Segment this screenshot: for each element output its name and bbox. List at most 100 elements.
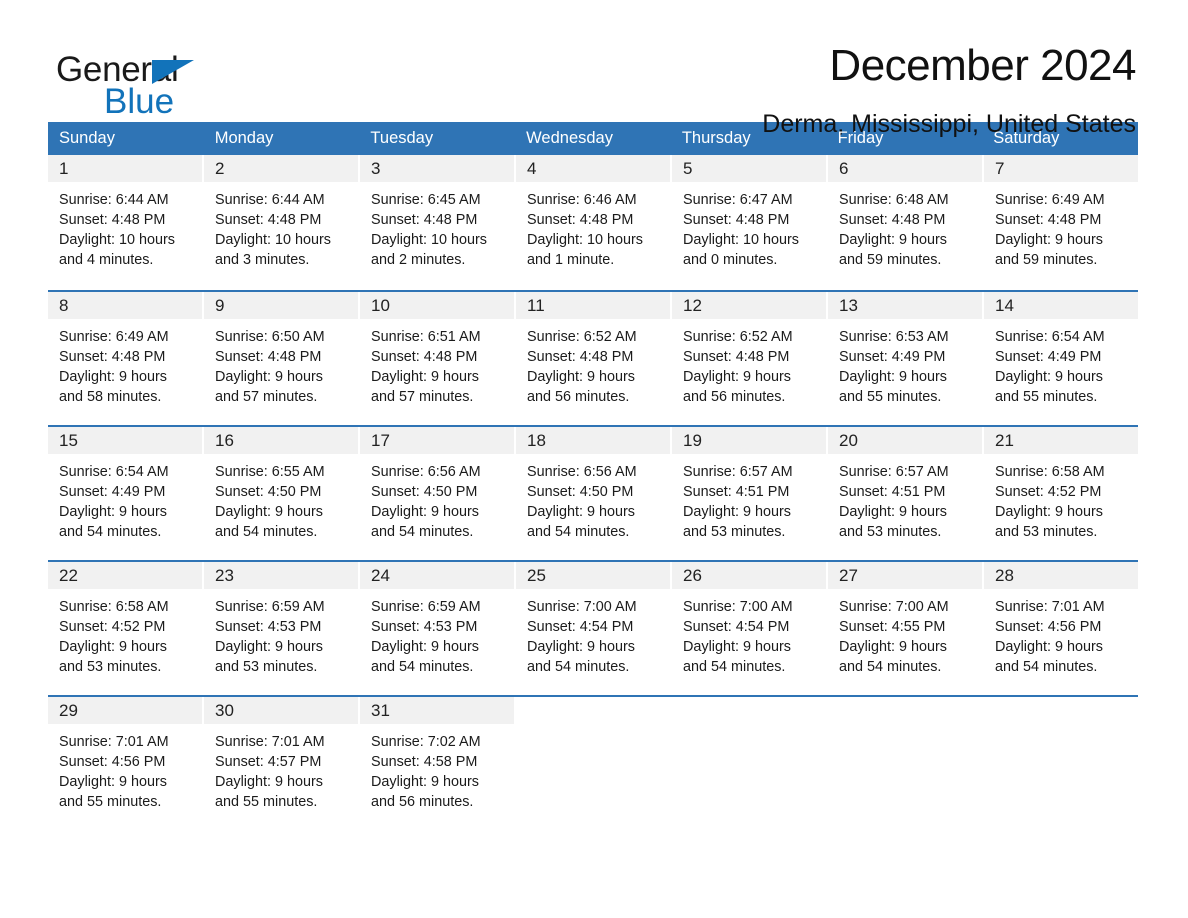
sunrise-text: Sunrise: 6:50 AM (215, 329, 325, 345)
calendar-day-cell[interactable]: 11 Sunrise: 6:52 AM Sunset: 4:48 PM Dayligh… (516, 292, 670, 413)
calendar-day-cell[interactable]: 23 Sunrise: 6:59 AM Sunset: 4:53 PM Dayligh… (204, 562, 358, 683)
daylight-text-line2: and 54 minutes. (371, 524, 474, 540)
calendar-day-cell[interactable]: 2 Sunrise: 6:44 AM Sunset: 4:48 PM Daylight… (204, 155, 358, 278)
daylight-text-line2: and 54 minutes. (527, 659, 630, 675)
sunrise-text: Sunrise: 6:44 AM (215, 192, 325, 208)
daylight-text-line1: Daylight: 9 hours (995, 369, 1103, 385)
calendar-day-cell[interactable]: 31 Sunrise: 7:02 AM Sunset: 4:58 PM Dayligh… (360, 697, 514, 818)
calendar-day-cell[interactable]: 8 Sunrise: 6:49 AM Sunset: 4:48 PM Daylight… (48, 292, 202, 413)
calendar-day-cell[interactable]: 5 Sunrise: 6:47 AM Sunset: 4:48 PM Daylight… (672, 155, 826, 278)
calendar-day-cell[interactable]: 4 Sunrise: 6:46 AM Sunset: 4:48 PM Daylight… (516, 155, 670, 278)
daylight-text-line2: and 55 minutes. (995, 389, 1098, 405)
sunrise-text: Sunrise: 7:01 AM (215, 734, 325, 750)
calendar-day-cell[interactable]: 26 Sunrise: 7:00 AM Sunset: 4:54 PM Dayligh… (672, 562, 826, 683)
daylight-text-line1: Daylight: 9 hours (59, 639, 167, 655)
day-number: 13 (839, 296, 858, 315)
calendar-day-cell[interactable]: 28 Sunrise: 7:01 AM Sunset: 4:56 PM Dayligh… (984, 562, 1138, 683)
calendar-day-cell[interactable]: 18 Sunrise: 6:56 AM Sunset: 4:50 PM Dayligh… (516, 427, 670, 548)
calendar-week-row: 22 Sunrise: 6:58 AM Sunset: 4:52 PM Dayligh… (48, 560, 1138, 683)
daylight-text-line2: and 55 minutes. (59, 794, 162, 810)
calendar-day-cell[interactable]: 27 Sunrise: 7:00 AM Sunset: 4:55 PM Dayligh… (828, 562, 982, 683)
calendar-week-row: 29 Sunrise: 7:01 AM Sunset: 4:56 PM Dayligh… (48, 695, 1138, 818)
day-number-band: 22 (48, 562, 202, 589)
dow-tuesday: Tuesday (370, 129, 434, 147)
day-details: Sunrise: 6:59 AM Sunset: 4:53 PM Daylight:… (360, 589, 514, 677)
day-number-band: 8 (48, 292, 202, 319)
calendar-day-cell[interactable]: 30 Sunrise: 7:01 AM Sunset: 4:57 PM Dayligh… (204, 697, 358, 818)
daylight-text-line2: and 54 minutes. (683, 659, 786, 675)
calendar-day-cell[interactable]: 13 Sunrise: 6:53 AM Sunset: 4:49 PM Dayligh… (828, 292, 982, 413)
daylight-text-line2: and 1 minute. (527, 252, 615, 268)
day-number: 7 (995, 159, 1005, 178)
day-number: 18 (527, 431, 546, 450)
calendar-weeks: 1 Sunrise: 6:44 AM Sunset: 4:48 PM Daylight… (48, 155, 1138, 818)
calendar-day-cell[interactable]: 10 Sunrise: 6:51 AM Sunset: 4:48 PM Dayligh… (360, 292, 514, 413)
calendar-week-row: 8 Sunrise: 6:49 AM Sunset: 4:48 PM Daylight… (48, 290, 1138, 413)
daylight-text-line1: Daylight: 9 hours (59, 774, 167, 790)
day-details: Sunrise: 6:56 AM Sunset: 4:50 PM Daylight:… (360, 454, 514, 542)
sunrise-text: Sunrise: 6:49 AM (59, 329, 169, 345)
day-number: 5 (683, 159, 693, 178)
daylight-text-line1: Daylight: 9 hours (371, 639, 479, 655)
daylight-text-line1: Daylight: 10 hours (371, 232, 487, 248)
calendar-day-cell[interactable]: 29 Sunrise: 7:01 AM Sunset: 4:56 PM Dayligh… (48, 697, 202, 818)
calendar-day-cell[interactable]: 3 Sunrise: 6:45 AM Sunset: 4:48 PM Daylight… (360, 155, 514, 278)
logo-text-blue: Blue (104, 82, 175, 121)
calendar-day-cell[interactable]: 6 Sunrise: 6:48 AM Sunset: 4:48 PM Daylight… (828, 155, 982, 278)
sunrise-text: Sunrise: 7:02 AM (371, 734, 481, 750)
calendar-day-cell[interactable]: 15 Sunrise: 6:54 AM Sunset: 4:49 PM Dayligh… (48, 427, 202, 548)
day-details: Sunrise: 7:01 AM Sunset: 4:57 PM Daylight:… (204, 724, 358, 812)
daylight-text-line2: and 54 minutes. (215, 524, 318, 540)
calendar-day-cell[interactable]: 1 Sunrise: 6:44 AM Sunset: 4:48 PM Daylight… (48, 155, 202, 278)
daylight-text-line1: Daylight: 9 hours (995, 232, 1103, 248)
dow-wednesday: Wednesday (526, 129, 613, 147)
day-details: Sunrise: 6:57 AM Sunset: 4:51 PM Daylight:… (828, 454, 982, 542)
sunrise-text: Sunrise: 6:56 AM (527, 464, 637, 480)
day-number-band: 21 (984, 427, 1138, 454)
calendar-day-cell[interactable]: 12 Sunrise: 6:52 AM Sunset: 4:48 PM Dayligh… (672, 292, 826, 413)
sunset-text: Sunset: 4:48 PM (527, 349, 634, 365)
sunset-text: Sunset: 4:48 PM (215, 349, 322, 365)
sunset-text: Sunset: 4:52 PM (59, 619, 166, 635)
daylight-text-line1: Daylight: 9 hours (683, 504, 791, 520)
day-number-band: 12 (672, 292, 826, 319)
sunrise-text: Sunrise: 6:47 AM (683, 192, 793, 208)
calendar-day-cell[interactable]: 25 Sunrise: 7:00 AM Sunset: 4:54 PM Dayligh… (516, 562, 670, 683)
day-number: 30 (215, 701, 234, 720)
daylight-text-line1: Daylight: 9 hours (371, 369, 479, 385)
calendar-day-cell[interactable]: 7 Sunrise: 6:49 AM Sunset: 4:48 PM Daylight… (984, 155, 1138, 278)
dow-friday: Friday (837, 129, 884, 147)
calendar-empty-cell (672, 697, 826, 818)
calendar-day-cell[interactable]: 19 Sunrise: 6:57 AM Sunset: 4:51 PM Dayligh… (672, 427, 826, 548)
daylight-text-line1: Daylight: 9 hours (59, 504, 167, 520)
generalblue-logo[interactable]: General Blue (56, 44, 266, 121)
calendar-week-row: 15 Sunrise: 6:54 AM Sunset: 4:49 PM Dayligh… (48, 425, 1138, 548)
daylight-text-line1: Daylight: 9 hours (995, 639, 1103, 655)
calendar-day-cell[interactable]: 17 Sunrise: 6:56 AM Sunset: 4:50 PM Dayligh… (360, 427, 514, 548)
daylight-text-line1: Daylight: 9 hours (839, 369, 947, 385)
calendar-empty-cell (828, 697, 982, 818)
calendar-day-cell[interactable]: 14 Sunrise: 6:54 AM Sunset: 4:49 PM Dayligh… (984, 292, 1138, 413)
sunset-text: Sunset: 4:56 PM (995, 619, 1102, 635)
sunset-text: Sunset: 4:53 PM (371, 619, 478, 635)
daylight-text-line1: Daylight: 9 hours (839, 639, 947, 655)
day-details: Sunrise: 6:50 AM Sunset: 4:48 PM Daylight:… (204, 319, 358, 407)
calendar-day-cell[interactable]: 22 Sunrise: 6:58 AM Sunset: 4:52 PM Dayligh… (48, 562, 202, 683)
calendar-day-cell[interactable]: 20 Sunrise: 6:57 AM Sunset: 4:51 PM Dayligh… (828, 427, 982, 548)
daylight-text-line2: and 57 minutes. (371, 389, 474, 405)
calendar-day-cell[interactable]: 21 Sunrise: 6:58 AM Sunset: 4:52 PM Dayligh… (984, 427, 1138, 548)
day-number-band: 2 (204, 155, 358, 182)
sunrise-text: Sunrise: 6:57 AM (839, 464, 949, 480)
sunrise-text: Sunrise: 6:46 AM (527, 192, 637, 208)
calendar-day-cell[interactable]: 9 Sunrise: 6:50 AM Sunset: 4:48 PM Daylight… (204, 292, 358, 413)
day-number-band: 17 (360, 427, 514, 454)
day-details: Sunrise: 6:54 AM Sunset: 4:49 PM Daylight:… (984, 319, 1138, 407)
sunset-text: Sunset: 4:49 PM (839, 349, 946, 365)
day-number-band: 18 (516, 427, 670, 454)
day-number-band: 10 (360, 292, 514, 319)
day-number: 12 (683, 296, 702, 315)
day-number-band: 20 (828, 427, 982, 454)
calendar-day-cell[interactable]: 24 Sunrise: 6:59 AM Sunset: 4:53 PM Dayligh… (360, 562, 514, 683)
daylight-text-line1: Daylight: 9 hours (371, 504, 479, 520)
calendar-day-cell[interactable]: 16 Sunrise: 6:55 AM Sunset: 4:50 PM Dayligh… (204, 427, 358, 548)
